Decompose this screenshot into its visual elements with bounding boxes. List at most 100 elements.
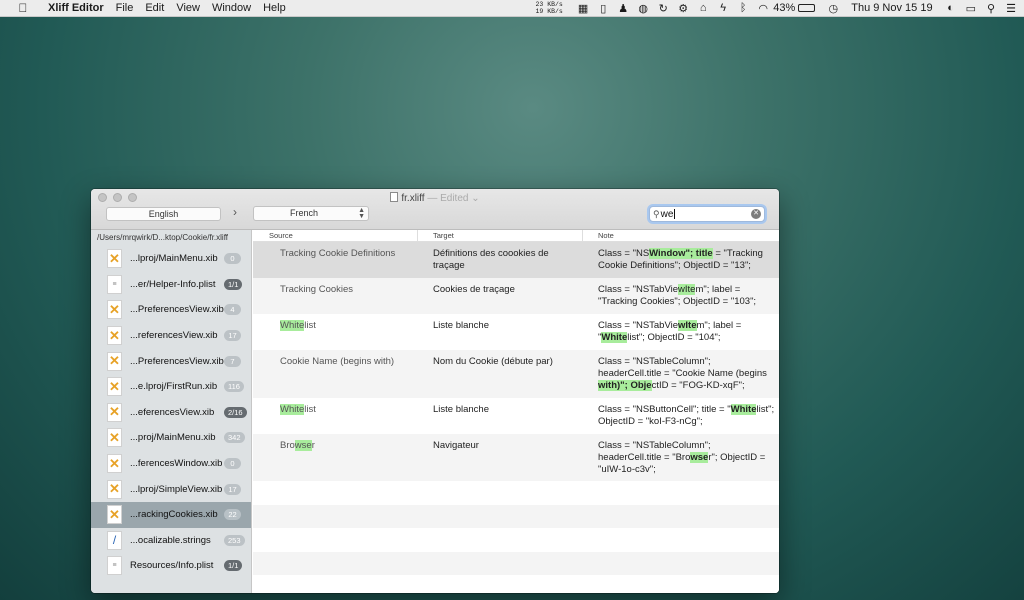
table-empty-rows <box>253 481 779 593</box>
file-name: ...er/Helper-Info.plist <box>130 278 216 290</box>
sidebar-file-item[interactable]: ✕ ...proj/MainMenu.xib 342 <box>91 425 251 451</box>
sidebar-file-item[interactable]: ✕ ...lproj/MainMenu.xib 0 <box>91 246 251 272</box>
file-name: ...ferencesWindow.xib <box>130 458 223 470</box>
note-cell: Class = "NSTableColumn"; headerCell.titl… <box>598 356 767 391</box>
menu-window[interactable]: Window <box>212 2 251 14</box>
table-header: Source Target Note <box>253 230 779 242</box>
sidebar-file-item[interactable]: ≡ ...er/Helper-Info.plist 1/1 <box>91 272 251 298</box>
time-machine-icon[interactable]: ◷ <box>828 2 838 15</box>
clear-search-icon[interactable]: ✕ <box>751 209 761 219</box>
sidebar-file-item[interactable]: ✕ ...PreferencesView.xib 4 <box>91 297 251 323</box>
notification-center-icon[interactable]: ☰ <box>1006 2 1016 15</box>
xib-file-icon: ✕ <box>107 454 122 474</box>
search-field[interactable]: ⚲ we ✕ <box>649 206 765 222</box>
network-speed[interactable]: 23 KB/s 19 KB/s <box>536 1 563 15</box>
file-list: ✕ ...lproj/MainMenu.xib 0 ≡ ...er/Helper-Inf… <box>91 246 251 579</box>
table-row[interactable]: Tracking Cookie Definitions Définitions d… <box>253 242 779 278</box>
empty-row <box>253 504 779 528</box>
user-icon[interactable]: ♟ <box>618 2 628 15</box>
menu-view[interactable]: View <box>176 2 200 14</box>
target-cell[interactable]: Navigateur <box>418 434 583 481</box>
menu-file[interactable]: File <box>116 2 134 14</box>
count-badge: 0 <box>224 458 241 470</box>
file-name: ...lproj/MainMenu.xib <box>130 253 218 265</box>
file-path: /Users/mrqwirk/D...ktop/Cookie/fr.xliff <box>97 233 228 242</box>
file-name: ...PreferencesView.xib <box>130 355 224 367</box>
xib-file-icon: ✕ <box>107 402 122 422</box>
xib-file-icon: ✕ <box>107 479 122 499</box>
battery-percent: 43% <box>773 2 796 14</box>
empty-row <box>253 551 779 575</box>
target-cell[interactable]: Liste blanche <box>418 314 583 350</box>
file-name: ...eferencesView.xib <box>130 406 215 418</box>
source-cell: Browser <box>280 440 315 451</box>
table-row[interactable]: Whitelist Liste blanche Class = "NSTabView… <box>253 314 779 350</box>
file-name: ...rackingCookies.xib <box>130 509 218 521</box>
dark-mode-icon[interactable]: ◐ <box>946 2 956 14</box>
target-cell[interactable]: Définitions des coookies de traçage <box>418 242 583 278</box>
chevron-right-icon: › <box>233 205 237 219</box>
gear-icon[interactable]: ⚙ <box>678 2 688 15</box>
source-language-field[interactable]: English <box>106 207 221 221</box>
search-input-value[interactable]: we <box>661 209 674 220</box>
network-download: 19 KB/s <box>535 8 563 15</box>
sidebar-file-item[interactable]: ✕ ...rackingCookies.xib 22 <box>91 501 251 528</box>
table-body: Tracking Cookie Definitions Définitions d… <box>253 242 779 481</box>
bluetooth-icon[interactable]: ᛒ <box>738 2 748 14</box>
target-cell[interactable]: Cookies de traçage <box>418 278 583 314</box>
xib-file-icon: ✕ <box>107 505 122 525</box>
doc-icon[interactable]: ▯ <box>598 2 608 15</box>
apple-menu-icon[interactable]:  <box>12 1 34 15</box>
table-row[interactable]: Cookie Name (begins with) Nom du Cookie (… <box>253 350 779 398</box>
empty-row <box>253 481 779 505</box>
count-badge: 4 <box>224 304 241 316</box>
menu-clock[interactable]: Thu 9 Nov 15 19 <box>851 2 932 14</box>
lock-icon[interactable]: ⌂ <box>698 2 708 14</box>
window-title: fr.xliff — Edited ⌄ <box>91 192 779 204</box>
battery-indicator[interactable]: 43% <box>773 2 816 14</box>
column-header-source[interactable]: Source <box>253 230 418 241</box>
table-row[interactable]: Browser Navigateur Class = "NSTableColumn"… <box>253 434 779 481</box>
document-icon <box>390 192 399 202</box>
battery-icon <box>798 4 816 12</box>
text-caret <box>674 209 676 219</box>
edited-indicator[interactable]: — Edited ⌄ <box>427 193 479 204</box>
stats-icon[interactable]: ◍ <box>638 2 648 15</box>
table-row[interactable]: Tracking Cookies Cookies de traçage Class … <box>253 278 779 314</box>
strings-file-icon: / <box>107 530 122 550</box>
count-badge: 7 <box>224 355 241 367</box>
grid-icon[interactable]: ▦ <box>578 2 588 15</box>
wifi-icon[interactable]: ◠ <box>758 2 768 15</box>
target-language-popup[interactable]: French ▲ ▼ <box>253 206 369 221</box>
count-badge: 253 <box>224 534 245 546</box>
column-header-target[interactable]: Target <box>418 230 583 241</box>
source-cell: Whitelist <box>280 404 316 415</box>
sidebar-file-item[interactable]: ≡ Resources/Info.plist 1/1 <box>91 553 251 579</box>
xib-file-icon: ✕ <box>107 351 122 371</box>
sync-icon[interactable]: ↻ <box>658 2 668 15</box>
airplay-icon[interactable]: ▭ <box>966 2 976 15</box>
sidebar-file-item[interactable]: ✕ ...PreferencesView.xib 7 <box>91 348 251 374</box>
lightning-icon[interactable]: ϟ <box>718 2 728 14</box>
spotlight-search-icon[interactable]: ⚲ <box>986 2 996 15</box>
sidebar-file-item[interactable]: ✕ ...e.lproj/FirstRun.xib 116 <box>91 374 251 400</box>
target-language-label: French <box>289 208 318 218</box>
target-cell[interactable]: Liste blanche <box>418 398 583 434</box>
sidebar-file-item[interactable]: ✕ ...lproj/SimpleView.xib 17 <box>91 476 251 502</box>
column-header-note[interactable]: Note <box>583 230 779 241</box>
sidebar-file-item[interactable]: ✕ ...eferencesView.xib 2/16 <box>91 400 251 426</box>
translation-table: Source Target Note Tracking Cookie Defin… <box>253 230 779 593</box>
menu-edit[interactable]: Edit <box>145 2 164 14</box>
sidebar-file-item[interactable]: ✕ ...referencesView.xib 17 <box>91 323 251 349</box>
count-badge: 17 <box>224 483 241 495</box>
file-name: ...referencesView.xib <box>130 330 218 342</box>
menu-help[interactable]: Help <box>263 2 286 14</box>
sidebar-file-item[interactable]: ✕ ...ferencesWindow.xib 0 <box>91 451 251 477</box>
target-cell[interactable]: Nom du Cookie (débute par) <box>418 350 583 398</box>
file-name: Resources/Info.plist <box>130 560 214 572</box>
sidebar-file-item[interactable]: / ...ocalizable.strings 253 <box>91 528 251 554</box>
table-row[interactable]: Whitelist Liste blanche Class = "NSButtonC… <box>253 398 779 434</box>
plist-file-icon: ≡ <box>107 274 122 294</box>
title-bar[interactable]: fr.xliff — Edited ⌄ English › French ▲ ▼ … <box>91 189 779 230</box>
menu-app-name[interactable]: Xliff Editor <box>48 2 104 14</box>
